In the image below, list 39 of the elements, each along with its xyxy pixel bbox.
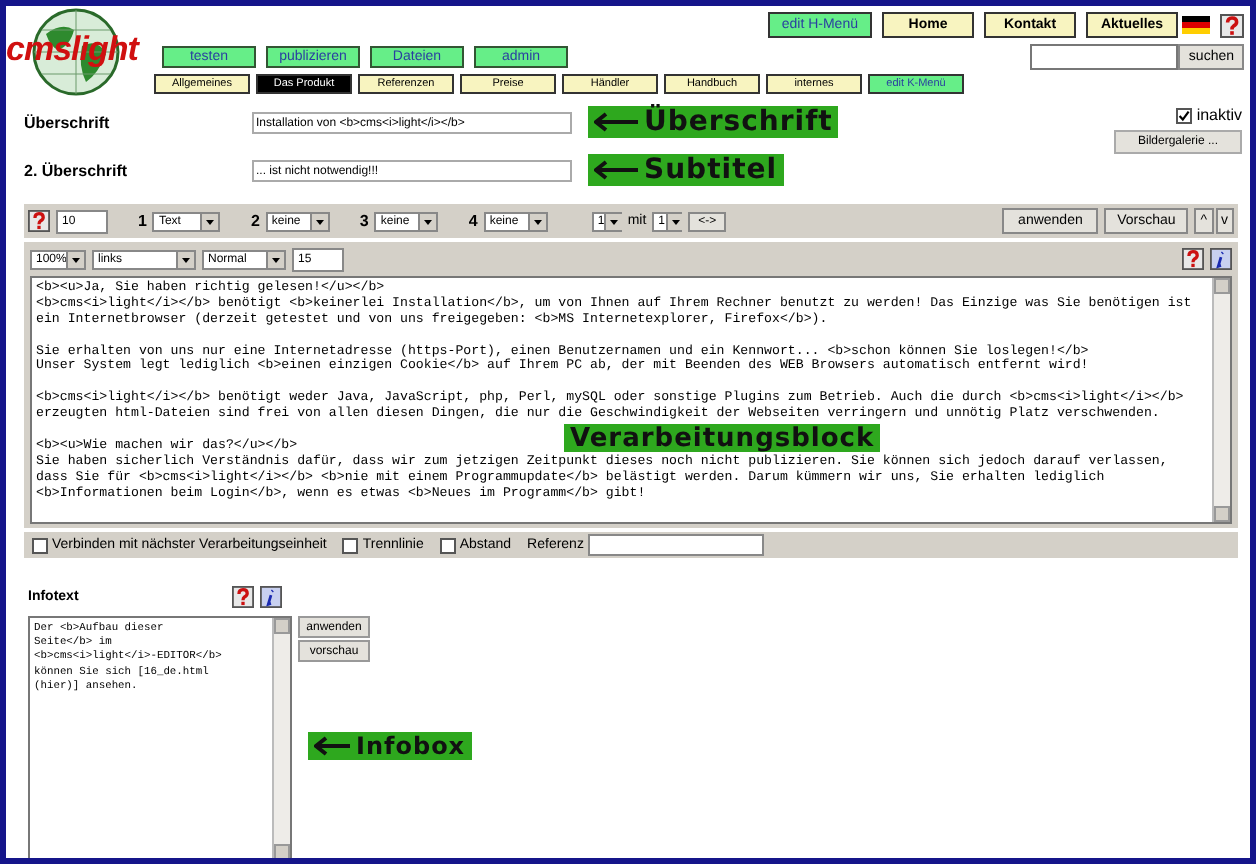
- column-number: 4: [468, 212, 478, 230]
- reference-field[interactable]: [587, 534, 764, 556]
- arrow-icon: [314, 736, 350, 756]
- field-label: Überschrift: [24, 113, 112, 131]
- german-flag-icon[interactable]: [1182, 16, 1210, 34]
- caret-icon[interactable]: [665, 213, 683, 229]
- help-icon[interactable]: [1182, 248, 1204, 270]
- callout-label: Infobox: [308, 732, 472, 760]
- checkbox-label: inaktiv: [1196, 106, 1242, 124]
- editor-background[interactable]: [30, 276, 1232, 524]
- caret-icon[interactable]: [309, 213, 328, 229]
- column-number: 1: [138, 212, 147, 230]
- caret-icon[interactable]: [66, 251, 85, 267]
- checkbox[interactable]: [32, 537, 48, 553]
- caret-icon[interactable]: [200, 213, 219, 229]
- info-icon[interactable]: [1210, 248, 1232, 270]
- search-field[interactable]: [1030, 44, 1179, 70]
- arrow-icon: [594, 160, 638, 180]
- caret-icon[interactable]: [176, 251, 194, 267]
- checkbox[interactable]: [439, 537, 456, 553]
- scrollbar[interactable]: [272, 618, 290, 858]
- info-icon[interactable]: [260, 586, 282, 608]
- caret-icon[interactable]: [418, 213, 437, 229]
- help-icon[interactable]: [1220, 13, 1244, 37]
- callout-label: Subtitel: [588, 154, 784, 186]
- checkbox[interactable]: [342, 537, 359, 553]
- callout-label: Verarbeitungsblock: [564, 424, 881, 452]
- caret-icon[interactable]: [266, 251, 284, 267]
- field-label: 2. Überschrift: [24, 161, 130, 179]
- checkbox[interactable]: [1176, 107, 1193, 123]
- caret-icon[interactable]: [527, 213, 546, 229]
- help-icon[interactable]: [28, 210, 50, 232]
- column-number: 3: [359, 212, 369, 230]
- caret-icon[interactable]: [604, 213, 623, 229]
- arrow-icon: [594, 112, 638, 132]
- callout-label: Überschrift: [588, 106, 839, 138]
- scrollbar[interactable]: [1212, 278, 1230, 522]
- column-number: 2: [250, 212, 260, 230]
- help-icon[interactable]: [232, 586, 254, 608]
